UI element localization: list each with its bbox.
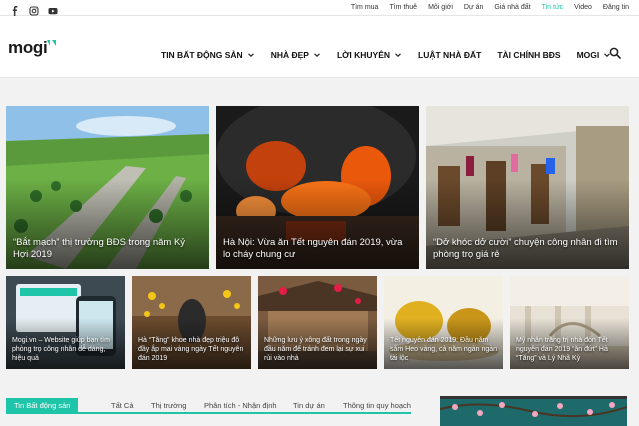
hero-title[interactable]: “Bắt mạch” thị trường BĐS trong năm Kỷ H… <box>13 237 202 261</box>
article-card-4[interactable]: Tết nguyên đán 2019: Đầu năm sắm Heo vàn… <box>384 276 503 369</box>
section-tabs: Tin Bất động sản Tất Cả Thị trường Phân … <box>6 398 411 414</box>
hero-article-3[interactable]: “Dở khóc dở cười” chuyện công nhân đi tì… <box>426 106 629 269</box>
nav-label: MOGI <box>576 50 600 60</box>
tab-tin-du-an[interactable]: Tin dự án <box>293 398 325 414</box>
nav-item[interactable]: LỜI KHUYÊN <box>337 50 402 60</box>
article-title[interactable]: Tết nguyên đán 2019: Đầu năm sắm Heo vàn… <box>390 336 497 363</box>
tab-thong-tin-quy-hoach[interactable]: Thông tin quy hoạch <box>343 398 411 414</box>
nav-label: LỜI KHUYÊN <box>336 50 391 60</box>
top-link[interactable]: Tìm mua <box>351 3 379 13</box>
main-nav: TIN BẤT ĐỘNG SẢN NHÀ ĐẸP LỜI KHUYÊN LUẬT NH… <box>161 50 627 60</box>
top-link[interactable]: Dự án <box>464 3 483 13</box>
instagram-icon[interactable] <box>29 3 39 16</box>
nav-label: TIN BẤT ĐỘNG SẢN <box>161 50 243 60</box>
top-bar: Tìm mua Tìm thuê Môi giới Dự án Giá nhà đất T… <box>0 0 639 16</box>
article-card-5[interactable]: Mỹ nhân trăng trị nhà đón Tết nguyên đán… <box>510 276 629 369</box>
article-card-3[interactable]: Những lưu ý xông đất trong ngày đầu năm … <box>258 276 377 369</box>
nav-item[interactable]: NHÀ ĐẸP <box>271 50 321 60</box>
top-link[interactable]: Môi giới <box>428 3 453 13</box>
article-title[interactable]: Hà “Tăng” khoe nhà đẹp triệu đô đầy ắp m… <box>138 336 245 363</box>
facebook-icon[interactable] <box>10 3 20 16</box>
tab-tin-bat-dong-san[interactable]: Tin Bất động sản <box>6 398 79 414</box>
site-logo[interactable]: mogi <box>8 38 48 58</box>
nav-label: NHÀ ĐẸP <box>270 50 309 60</box>
hero-article-1[interactable]: “Bắt mạch” thị trường BĐS trong năm Kỷ H… <box>6 106 209 269</box>
logo-mark-icon <box>47 40 56 46</box>
search-icon[interactable] <box>609 47 621 59</box>
main-header: mogi TIN BẤT ĐỘNG SẢN NHÀ ĐẸP LỜI KHUYÊN LU… <box>0 16 639 78</box>
tab-tat-ca[interactable]: Tất Cả <box>111 398 134 414</box>
article-card-1[interactable]: Mogi.vn – Website giúp bạn tìm phòng trọ… <box>6 276 125 369</box>
article-title[interactable]: Những lưu ý xông đất trong ngày đầu năm … <box>264 336 371 363</box>
promo-banner[interactable] <box>440 396 627 426</box>
nav-label: LUẬT NHÀ ĐẤT <box>418 50 482 60</box>
hero-title[interactable]: “Dở khóc dở cười” chuyện công nhân đi tì… <box>433 237 622 261</box>
top-link[interactable]: Đăng tin <box>603 3 629 13</box>
chevron-down-icon <box>314 53 320 58</box>
hero-article-2[interactable]: Hà Nội: Vừa ăn Tết nguyên đán 2019, vừa … <box>216 106 419 269</box>
top-links: Tìm mua Tìm thuê Môi giới Dự án Giá nhà đất T… <box>351 3 629 13</box>
hero-title[interactable]: Hà Nội: Vừa ăn Tết nguyên đán 2019, vừa … <box>223 237 412 261</box>
article-card-2[interactable]: Hà “Tăng” khoe nhà đẹp triệu đô đầy ắp m… <box>132 276 251 369</box>
tab-phan-tich-nhan-dinh[interactable]: Phân tích - Nhận định <box>204 398 277 414</box>
article-title[interactable]: Mỹ nhân trăng trị nhà đón Tết nguyên đán… <box>516 336 623 363</box>
nav-item[interactable]: TÀI CHÍNH BĐS <box>497 50 560 60</box>
top-link[interactable]: Tin tức <box>542 3 564 13</box>
chevron-down-icon <box>395 53 401 58</box>
nav-item[interactable]: LUẬT NHÀ ĐẤT <box>418 50 481 60</box>
top-link[interactable]: Tìm thuê <box>389 3 417 13</box>
social-links <box>10 3 58 16</box>
nav-item[interactable]: MOGI <box>577 50 612 60</box>
tab-thi-truong[interactable]: Thị trường <box>151 398 186 414</box>
nav-label: TÀI CHÍNH BĐS <box>497 50 561 60</box>
chevron-down-icon <box>247 53 254 58</box>
blossom-banner-image <box>440 399 627 426</box>
top-link[interactable]: Giá nhà đất <box>494 3 530 13</box>
top-link[interactable]: Video <box>574 3 592 13</box>
article-title[interactable]: Mogi.vn – Website giúp bạn tìm phòng trọ… <box>12 336 119 363</box>
youtube-icon[interactable] <box>48 3 58 15</box>
nav-item[interactable]: TIN BẤT ĐỘNG SẢN <box>161 50 255 60</box>
